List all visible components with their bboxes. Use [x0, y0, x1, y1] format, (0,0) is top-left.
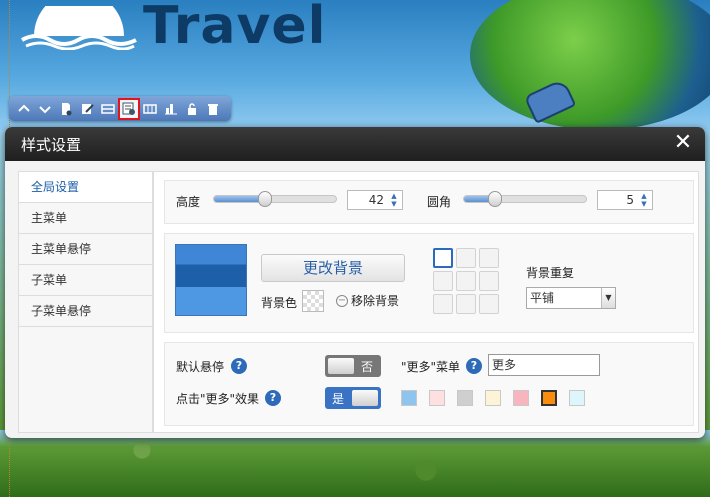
- close-icon[interactable]: ✕: [673, 132, 693, 154]
- default-hover-toggle[interactable]: 否: [325, 355, 381, 377]
- position-center[interactable]: [456, 271, 476, 291]
- dialog-title: 样式设置: [21, 136, 82, 154]
- sidebar-item-global[interactable]: 全局设置: [19, 172, 152, 203]
- size-panel: 高度 42 ▲ ▼ 圆角 5 ▲ ▼: [164, 180, 694, 224]
- toggle-knob: [328, 358, 354, 374]
- height-slider[interactable]: [213, 191, 337, 207]
- more-menu-panel: 默认悬停 ? 否 "更多"菜单 ? 更多 点击"更多"效果 ? 是: [164, 342, 694, 426]
- position-middle-right[interactable]: [479, 271, 499, 291]
- more-menu-label: "更多"菜单: [401, 360, 461, 374]
- remove-background-button[interactable]: − 移除背景: [336, 292, 399, 309]
- move-up-icon[interactable]: [15, 100, 33, 118]
- remove-background-label: 移除背景: [351, 294, 400, 308]
- style-settings-icon[interactable]: [118, 97, 140, 120]
- more-menu-input[interactable]: 更多: [488, 354, 600, 376]
- position-middle-left[interactable]: [433, 271, 453, 291]
- add-page-icon[interactable]: [57, 100, 75, 118]
- height-stepper[interactable]: 42 ▲ ▼: [347, 190, 403, 210]
- radius-slider-knob[interactable]: [487, 191, 502, 207]
- background-position-grid: [433, 248, 503, 314]
- default-hover-label: 默认悬停: [176, 360, 225, 374]
- click-more-toggle[interactable]: 是: [325, 387, 381, 409]
- position-top-center[interactable]: [456, 248, 476, 268]
- click-more-toggle-label: 是: [332, 392, 345, 406]
- height-label: 高度: [176, 195, 201, 209]
- layout-icon[interactable]: [99, 100, 117, 118]
- delete-icon[interactable]: [204, 100, 222, 118]
- background-preview: [175, 244, 247, 316]
- radius-stepper[interactable]: 5 ▲ ▼: [597, 190, 653, 210]
- columns-icon[interactable]: [141, 100, 159, 118]
- background-repeat-select[interactable]: 平铺 ▼: [526, 287, 616, 309]
- position-bottom-left[interactable]: [433, 294, 453, 314]
- effect-color-swatch[interactable]: [401, 390, 417, 406]
- radius-value: 5: [626, 193, 634, 207]
- sidebar-item-main-menu-hover[interactable]: 主菜单悬停: [19, 234, 152, 265]
- settings-sidebar: 全局设置 主菜单 主菜单悬停 子菜单 子菜单悬停: [18, 171, 153, 433]
- effect-color-swatch[interactable]: [569, 390, 585, 406]
- bg-color-picker[interactable]: [302, 290, 324, 312]
- chart-icon[interactable]: [162, 100, 180, 118]
- settings-content: 高度 42 ▲ ▼ 圆角 5 ▲ ▼ 更改背景 背景色 − 移除背景 背景重复 …: [153, 171, 699, 433]
- move-down-icon[interactable]: [36, 100, 54, 118]
- wave-logo-icon: [21, 6, 137, 50]
- radius-slider[interactable]: [463, 191, 587, 207]
- help-icon[interactable]: ?: [231, 358, 247, 374]
- change-background-button[interactable]: 更改背景: [261, 254, 405, 282]
- bg-color-label: 背景色: [261, 296, 298, 310]
- effect-color-swatch[interactable]: [541, 390, 557, 406]
- help-icon[interactable]: ?: [265, 390, 281, 406]
- height-value: 42: [368, 193, 384, 207]
- lock-icon[interactable]: [183, 100, 201, 118]
- background-forest: [0, 430, 710, 497]
- height-down-icon[interactable]: ▼: [387, 200, 401, 208]
- effect-color-swatch[interactable]: [457, 390, 473, 406]
- position-bottom-right[interactable]: [479, 294, 499, 314]
- click-more-label: 点击"更多"效果: [176, 392, 260, 406]
- dialog-titlebar: 样式设置 ✕: [5, 127, 705, 161]
- default-hover-toggle-label: 否: [361, 360, 374, 374]
- position-bottom-center[interactable]: [456, 294, 476, 314]
- sidebar-item-submenu-hover[interactable]: 子菜单悬停: [19, 296, 152, 327]
- height-up-icon[interactable]: ▲: [387, 192, 401, 200]
- position-top-left[interactable]: [433, 248, 453, 268]
- style-settings-dialog: 样式设置 ✕ 全局设置 主菜单 主菜单悬停 子菜单 子菜单悬停 高度 42 ▲ …: [5, 127, 705, 438]
- help-icon[interactable]: ?: [466, 358, 482, 374]
- radius-label: 圆角: [427, 195, 452, 209]
- background-repeat-value: 平铺: [530, 291, 555, 305]
- position-top-right[interactable]: [479, 248, 499, 268]
- chevron-down-icon[interactable]: ▼: [601, 288, 615, 308]
- logo-text: Travel: [143, 0, 327, 56]
- edit-toolbar: [9, 96, 231, 121]
- effect-color-swatch[interactable]: [485, 390, 501, 406]
- effect-color-swatch[interactable]: [429, 390, 445, 406]
- radius-down-icon[interactable]: ▼: [637, 200, 651, 208]
- background-repeat-label: 背景重复: [526, 266, 575, 280]
- radius-up-icon[interactable]: ▲: [637, 192, 651, 200]
- height-slider-knob[interactable]: [258, 191, 273, 207]
- sidebar-item-main-menu[interactable]: 主菜单: [19, 203, 152, 234]
- background-panel: 更改背景 背景色 − 移除背景 背景重复 平铺 ▼: [164, 233, 694, 333]
- minus-icon: −: [336, 294, 348, 307]
- sidebar-item-submenu[interactable]: 子菜单: [19, 265, 152, 296]
- effect-color-swatch[interactable]: [513, 390, 529, 406]
- toggle-knob: [352, 390, 378, 406]
- edit-page-icon[interactable]: [78, 100, 96, 118]
